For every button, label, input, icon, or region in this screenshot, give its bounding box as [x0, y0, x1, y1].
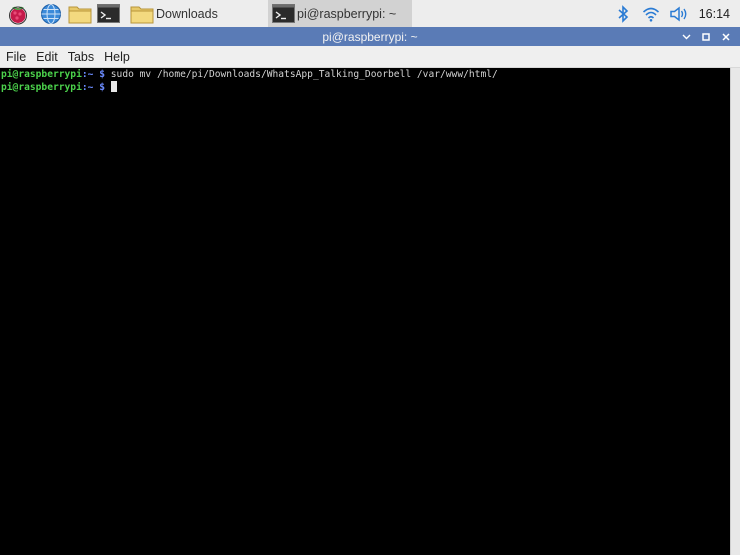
terminal-output[interactable]: pi@raspberrypi:~ $ sudo mv /home/pi/Down… [0, 68, 730, 555]
terminal-line: pi@raspberrypi:~ $ [1, 81, 730, 93]
window-titlebar[interactable]: pi@raspberrypi: ~ [0, 27, 740, 46]
bluetooth-icon[interactable] [609, 0, 637, 27]
menu-edit[interactable]: Edit [31, 46, 63, 68]
web-browser-icon[interactable] [38, 1, 63, 26]
maximize-icon [702, 32, 710, 41]
prompt-user: pi@raspberrypi [1, 82, 82, 93]
menu-bar: File Edit Tabs Help [0, 46, 740, 68]
terminal-icon[interactable] [96, 1, 121, 26]
terminal-icon [272, 4, 295, 23]
window-controls [676, 27, 736, 46]
prompt-user: pi@raspberrypi [1, 69, 82, 80]
terminal-scrollbar[interactable] [730, 68, 740, 555]
raspberry-menu-icon[interactable] [5, 1, 30, 26]
taskbar-window-label: Downloads [156, 6, 218, 21]
minimize-button[interactable] [676, 27, 696, 46]
close-icon [722, 32, 730, 41]
menu-help[interactable]: Help [99, 46, 135, 68]
taskbar-window-terminal[interactable]: pi@raspberrypi: ~ [268, 0, 412, 27]
window-title: pi@raspberrypi: ~ [322, 29, 418, 44]
wifi-icon[interactable] [637, 0, 665, 27]
taskbar-window-downloads[interactable]: Downloads [126, 0, 268, 27]
taskbar: Downloads pi@raspberrypi: ~ 16:14 [0, 0, 740, 27]
taskbar-window-label: pi@raspberrypi: ~ [297, 6, 397, 21]
folder-icon [130, 4, 154, 24]
menu-file[interactable]: File [1, 46, 31, 68]
maximize-button[interactable] [696, 27, 716, 46]
prompt-symbol: $ [99, 82, 105, 93]
text-cursor [110, 81, 117, 92]
chevron-down-icon [682, 34, 690, 39]
system-tray: 16:14 [609, 0, 740, 27]
menu-tabs[interactable]: Tabs [63, 46, 99, 68]
prompt-symbol: $ [99, 69, 105, 80]
terminal-line: pi@raspberrypi:~ $ sudo mv /home/pi/Down… [1, 69, 498, 80]
prompt-path: ~ [87, 82, 94, 93]
prompt-path: ~ [87, 69, 94, 80]
terminal-command: sudo mv /home/pi/Downloads/WhatsApp_Talk… [110, 69, 498, 80]
file-manager-icon[interactable] [67, 1, 92, 26]
close-button[interactable] [716, 27, 736, 46]
volume-icon[interactable] [665, 0, 693, 27]
clock[interactable]: 16:14 [693, 7, 740, 21]
